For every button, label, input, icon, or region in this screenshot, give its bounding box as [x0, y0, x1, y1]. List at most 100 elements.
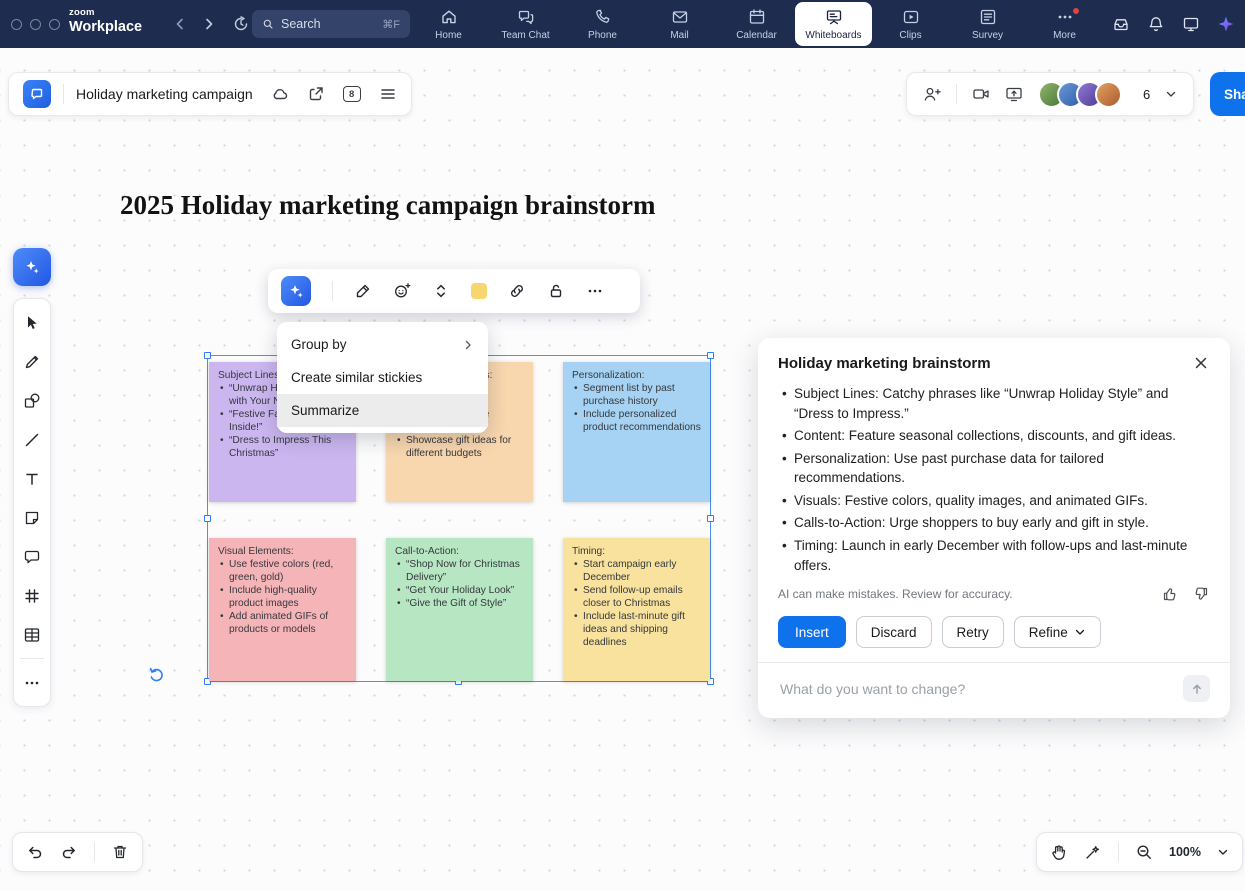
summary-bullet: Subject Lines: Catchy phrases like “Unwr… — [778, 384, 1210, 423]
hub-icon[interactable] — [1112, 15, 1130, 33]
zoom-out-icon[interactable] — [1135, 843, 1153, 861]
sticky-bullet: Include last-minute gift ideas and shipp… — [572, 610, 701, 649]
history-icon[interactable] — [232, 15, 250, 33]
tab-clips[interactable]: Clips — [872, 0, 949, 48]
ai-companion-icon[interactable] — [1217, 15, 1235, 33]
tab-phone[interactable]: Phone — [564, 0, 641, 48]
trash-icon[interactable] — [111, 843, 129, 861]
add-collaborator-icon[interactable] — [923, 85, 941, 103]
more-options-icon[interactable] — [586, 282, 604, 300]
thumbs-down-icon[interactable] — [1192, 585, 1210, 603]
cursor-icon — [23, 314, 41, 332]
close-icon[interactable] — [1192, 354, 1210, 372]
selection-handle[interactable] — [707, 515, 714, 522]
frames-count-badge[interactable]: 8 — [343, 86, 361, 102]
refine-input[interactable] — [778, 680, 1173, 698]
more-tools[interactable] — [13, 663, 51, 702]
select-tool[interactable] — [13, 303, 51, 342]
close-window-button[interactable] — [11, 19, 22, 30]
clips-icon — [902, 8, 920, 26]
line-tool[interactable] — [13, 420, 51, 459]
notifications-bell-icon[interactable] — [1147, 15, 1165, 33]
table-icon — [23, 626, 41, 644]
arrange-order-icon[interactable] — [432, 282, 450, 300]
home-icon — [440, 8, 458, 26]
zoom-workplace-window: zoom Workplace Search ⌘F Home Team Chat — [0, 0, 1245, 891]
unlock-icon[interactable] — [547, 282, 565, 300]
minimize-window-button[interactable] — [30, 19, 41, 30]
display-icon[interactable] — [1182, 15, 1200, 33]
send-button[interactable] — [1183, 675, 1210, 702]
board-menu-icon[interactable] — [379, 85, 397, 103]
style-pen-icon[interactable] — [354, 282, 372, 300]
board-title[interactable]: Holiday marketing campaign — [76, 86, 253, 102]
fill-color-swatch[interactable] — [471, 283, 487, 299]
selection-handle[interactable] — [707, 352, 714, 359]
back-icon[interactable] — [174, 18, 186, 30]
cloud-sync-icon[interactable] — [271, 85, 289, 103]
tool-rail — [13, 298, 51, 707]
sticky-bullet: Include personalized product recommendat… — [572, 408, 701, 434]
menu-item-group-by[interactable]: Group by — [277, 328, 488, 361]
tab-survey[interactable]: Survey — [949, 0, 1026, 48]
ai-companion-rail-button[interactable] — [13, 248, 51, 286]
menu-item-create-similar-stickies[interactable]: Create similar stickies — [277, 361, 488, 394]
video-camera-icon[interactable] — [972, 85, 990, 103]
whiteboard-app-icon[interactable] — [23, 80, 51, 108]
sticky-note-call-to-action[interactable]: Call-to-Action: “Shop Now for Christmas … — [386, 538, 533, 681]
frame-tool[interactable] — [13, 576, 51, 615]
selection-handle[interactable] — [204, 352, 211, 359]
calendar-icon — [748, 8, 766, 26]
comment-tool[interactable] — [13, 537, 51, 576]
ai-sparkle-icon — [287, 282, 305, 300]
share-button[interactable]: Share — [1210, 72, 1245, 116]
link-icon[interactable] — [508, 282, 526, 300]
sticky-note-personalization[interactable]: Personalization: Segment list by past pu… — [563, 362, 710, 502]
shapes-tool[interactable] — [13, 381, 51, 420]
zoom-level[interactable]: 100% — [1169, 845, 1201, 859]
screen-share-icon[interactable] — [1005, 85, 1023, 103]
sticky-title: Call-to-Action: — [395, 545, 524, 558]
discard-button[interactable]: Discard — [856, 616, 932, 648]
zoom-window-button[interactable] — [49, 19, 60, 30]
refine-button[interactable]: Refine — [1014, 616, 1101, 648]
board-heading-text[interactable]: 2025 Holiday marketing campaign brainsto… — [120, 190, 656, 221]
menu-item-summarize[interactable]: Summarize — [277, 394, 488, 427]
draw-tool[interactable] — [13, 342, 51, 381]
selection-handle[interactable] — [204, 515, 211, 522]
tab-more[interactable]: More — [1026, 0, 1103, 48]
ai-companion-button[interactable] — [281, 276, 311, 306]
chevron-down-icon[interactable] — [1165, 88, 1177, 100]
insert-button[interactable]: Insert — [778, 616, 846, 648]
summary-bullet: Timing: Launch in early December with fo… — [778, 536, 1210, 575]
tab-whiteboards[interactable]: Whiteboards — [795, 2, 872, 46]
forward-icon[interactable] — [203, 18, 215, 30]
thumbs-up-icon[interactable] — [1161, 585, 1179, 603]
table-tool[interactable] — [13, 615, 51, 654]
sticky-note-visual-elements[interactable]: Visual Elements: Use festive colors (red… — [209, 538, 356, 681]
text-tool[interactable] — [13, 459, 51, 498]
pan-hand-icon[interactable] — [1050, 843, 1068, 861]
redo-icon[interactable] — [60, 843, 78, 861]
sticky-bullet: Start campaign early December — [572, 558, 701, 584]
avatar — [1095, 81, 1122, 108]
tab-calendar[interactable]: Calendar — [718, 0, 795, 48]
tab-home[interactable]: Home — [410, 0, 487, 48]
tab-mail[interactable]: Mail — [641, 0, 718, 48]
retry-button[interactable]: Retry — [942, 616, 1004, 648]
global-search[interactable]: Search ⌘F — [252, 10, 410, 38]
add-reaction-icon[interactable] — [393, 282, 411, 300]
undo-icon[interactable] — [26, 843, 44, 861]
sticky-note-timing[interactable]: Timing: Start campaign early December Se… — [563, 538, 710, 681]
chevron-down-icon[interactable] — [1217, 846, 1229, 858]
export-icon[interactable] — [307, 85, 325, 103]
laser-pointer-icon[interactable] — [1084, 843, 1102, 861]
sticky-note-tool[interactable] — [13, 498, 51, 537]
arrow-up-icon — [1191, 683, 1203, 695]
participant-avatars[interactable] — [1038, 81, 1122, 108]
notification-dot — [1073, 8, 1079, 14]
panel-title: Holiday marketing brainstorm — [778, 355, 991, 372]
whiteboards-icon — [825, 8, 843, 26]
tab-team-chat[interactable]: Team Chat — [487, 0, 564, 48]
divider — [956, 84, 957, 104]
